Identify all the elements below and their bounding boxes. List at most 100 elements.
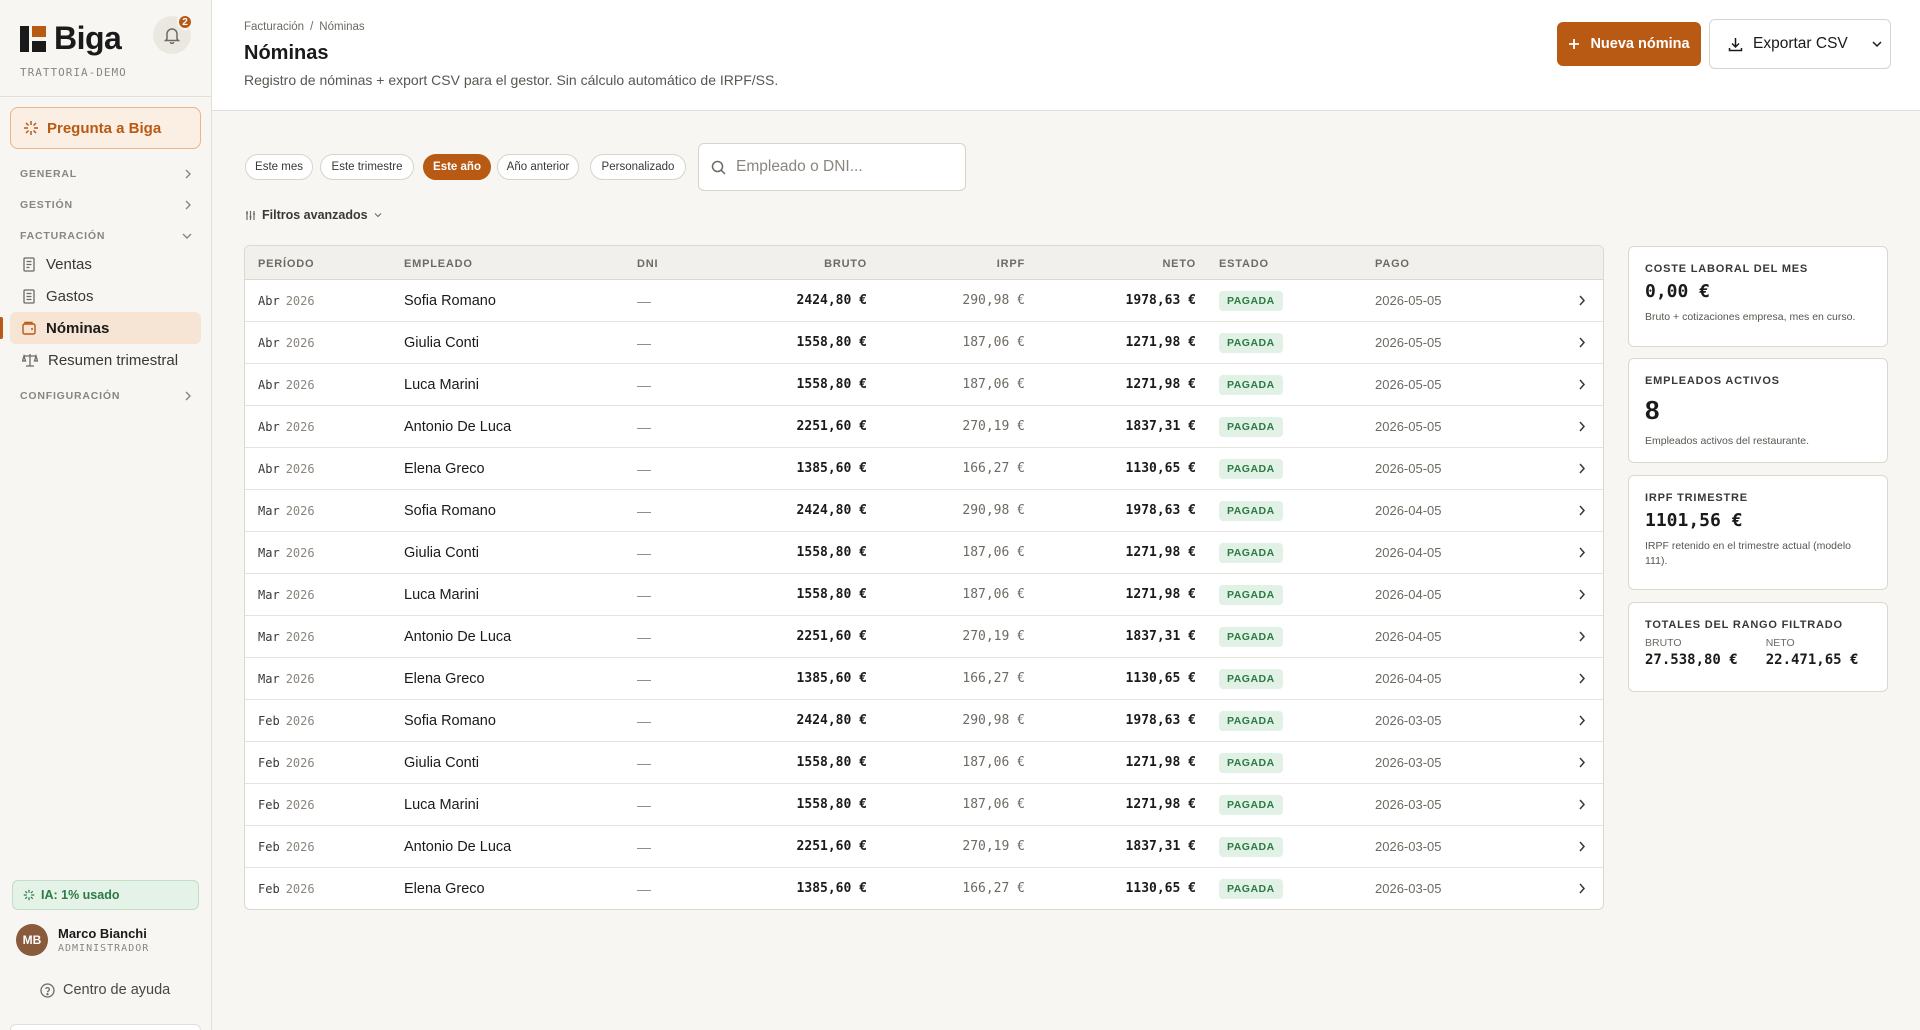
row-open-button[interactable] <box>1578 490 1586 531</box>
table-row[interactable]: Abr 2026 Antonio De Luca — 2251,60 € 270,19 €… <box>245 406 1603 448</box>
advanced-filters-label: Filtros avanzados <box>262 208 368 222</box>
table-row[interactable]: Mar 2026 Elena Greco — 1385,60 € 166,27 € 1130… <box>245 658 1603 700</box>
cell-empleado: Luca Marini <box>404 796 479 813</box>
col-neto[interactable]: NETO <box>1162 258 1196 270</box>
row-open-button[interactable] <box>1578 784 1586 825</box>
user-profile[interactable]: MB Marco Bianchi ADMINISTRADOR <box>16 924 149 956</box>
filter-chip-este-trimestre[interactable]: Este trimestre <box>320 154 414 180</box>
table-row[interactable]: Mar 2026 Antonio De Luca — 2251,60 € 270,19 €… <box>245 616 1603 658</box>
ask-biga-button[interactable]: Pregunta a Biga <box>10 107 201 149</box>
row-open-button[interactable] <box>1578 616 1586 657</box>
table-row[interactable]: Mar 2026 Giulia Conti — 1558,80 € 187,06 € 127… <box>245 532 1603 574</box>
table-row[interactable]: Feb 2026 Giulia Conti — 1558,80 € 187,06 € 127… <box>245 742 1603 784</box>
row-open-button[interactable] <box>1578 448 1586 489</box>
totales-neto-label: NETO <box>1765 637 1795 649</box>
row-open-button[interactable] <box>1578 700 1586 741</box>
col-irpf[interactable]: IRPF <box>997 258 1025 270</box>
chevron-right-icon <box>1579 883 1586 894</box>
col-dni[interactable]: DNI <box>637 258 658 270</box>
cell-periodo-mes: Abr <box>258 293 280 308</box>
chevron-right-icon <box>1579 463 1586 474</box>
section-facturacion[interactable]: FACTURACIÓN <box>20 230 192 242</box>
cell-empleado: Giulia Conti <box>404 334 479 351</box>
chevron-right-icon <box>1579 589 1586 600</box>
notifications-button[interactable]: 2 <box>153 14 193 54</box>
search-box[interactable] <box>698 143 966 191</box>
row-open-button[interactable] <box>1578 826 1586 867</box>
chevron-right-icon <box>1579 547 1586 558</box>
col-bruto[interactable]: BRUTO <box>824 258 867 270</box>
ia-usage-badge[interactable]: IA: 1% usado <box>12 880 199 910</box>
table-row[interactable]: Mar 2026 Sofia Romano — 2424,80 € 290,98 € 197… <box>245 490 1603 532</box>
brand-name: Biga <box>54 20 122 56</box>
table-row[interactable]: Abr 2026 Elena Greco — 1385,60 € 166,27 € 1130… <box>245 448 1603 490</box>
filter-chip-este-ano[interactable]: Este año <box>423 154 491 180</box>
sidebar-divider <box>0 96 211 97</box>
card-note: IRPF retenido en el trimestre actual (mo… <box>1645 540 1852 568</box>
col-empleado[interactable]: EMPLEADO <box>404 258 473 270</box>
cell-estado: PAGADA <box>1219 826 1283 867</box>
row-open-button[interactable] <box>1578 364 1586 405</box>
status-badge: PAGADA <box>1219 668 1283 689</box>
new-payroll-button[interactable]: Nueva nómina <box>1557 22 1701 66</box>
chevron-right-icon <box>1579 841 1586 852</box>
cell-dni: — <box>637 628 651 645</box>
avatar: MB <box>16 924 48 956</box>
cell-pago: 2026-04-05 <box>1375 587 1442 602</box>
row-open-button[interactable] <box>1578 532 1586 573</box>
table-row[interactable]: Abr 2026 Luca Marini — 1558,80 € 187,06 € 1271… <box>245 364 1603 406</box>
table-row[interactable]: Feb 2026 Luca Marini — 1558,80 € 187,06 € 1271… <box>245 784 1603 826</box>
table-row[interactable]: Feb 2026 Antonio De Luca — 2251,60 € 270,19 €… <box>245 826 1603 868</box>
row-open-button[interactable] <box>1578 406 1586 447</box>
table-row[interactable]: Mar 2026 Luca Marini — 1558,80 € 187,06 € 1271… <box>245 574 1603 616</box>
cell-periodo-anio: 2026 <box>285 671 315 686</box>
section-configuracion[interactable]: CONFIGURACIÓN <box>20 390 192 402</box>
filter-chip-este-mes[interactable]: Este mes <box>245 154 313 180</box>
cell-irpf: 270,19 € <box>962 629 1025 644</box>
table-row[interactable]: Abr 2026 Sofia Romano — 2424,80 € 290,98 € 197… <box>245 280 1603 322</box>
brand-logo[interactable]: Biga <box>20 20 122 57</box>
row-open-button[interactable] <box>1578 322 1586 363</box>
cell-estado: PAGADA <box>1219 700 1283 741</box>
cell-neto: 1271,98 € <box>1125 797 1196 812</box>
search-input[interactable] <box>736 158 936 176</box>
col-pago[interactable]: PAGO <box>1375 258 1410 270</box>
row-open-button[interactable] <box>1578 742 1586 783</box>
help-center-label: Centro de ayuda <box>63 982 171 998</box>
sparkle-icon <box>24 121 38 135</box>
table-row[interactable]: Abr 2026 Giulia Conti — 1558,80 € 187,06 € 127… <box>245 322 1603 364</box>
receipt-icon <box>23 256 35 272</box>
totales-bruto-value: 27.538,80 € <box>1645 652 1738 668</box>
col-estado[interactable]: ESTADO <box>1219 258 1269 270</box>
card-empleados-activos: EMPLEADOS ACTIVOS 8 Empleados activos de… <box>1628 358 1888 463</box>
row-open-button[interactable] <box>1578 868 1586 909</box>
help-center-link[interactable]: Centro de ayuda <box>40 982 170 998</box>
col-periodo[interactable]: PERÍODO <box>258 258 314 270</box>
cell-neto: 1271,98 € <box>1125 377 1196 392</box>
export-csv-button[interactable]: Exportar CSV <box>1709 19 1891 69</box>
row-open-button[interactable] <box>1578 574 1586 615</box>
sidebar-item-nominas[interactable]: Nóminas <box>10 312 201 344</box>
status-badge: PAGADA <box>1219 416 1283 437</box>
table-row[interactable]: Feb 2026 Elena Greco — 1385,60 € 166,27 € 1130… <box>245 868 1603 909</box>
active-indicator <box>0 317 3 339</box>
cell-dni: — <box>637 544 651 561</box>
breadcrumb-separator: / <box>310 21 314 33</box>
row-open-button[interactable] <box>1578 280 1586 321</box>
cell-estado: PAGADA <box>1219 406 1283 447</box>
section-gestion[interactable]: GESTIÓN <box>20 199 192 211</box>
cell-pago: 2026-04-05 <box>1375 629 1442 644</box>
row-open-button[interactable] <box>1578 658 1586 699</box>
filter-chip-personalizado[interactable]: Personalizado <box>590 154 686 180</box>
section-general[interactable]: GENERAL <box>20 168 192 180</box>
sidebar-item-ventas[interactable]: Ventas <box>10 248 201 280</box>
section-configuracion-label: CONFIGURACIÓN <box>20 390 121 402</box>
breadcrumb-facturacion[interactable]: Facturación <box>244 21 304 33</box>
sidebar-item-gastos[interactable]: Gastos <box>10 280 201 312</box>
sidebar-item-resumen-trimestral[interactable]: Resumen trimestral <box>10 344 201 376</box>
advanced-filters-toggle[interactable]: Filtros avanzados <box>245 208 382 222</box>
table-row[interactable]: Feb 2026 Sofia Romano — 2424,80 € 290,98 € 197… <box>245 700 1603 742</box>
sidebar-item-label: Ventas <box>46 255 92 273</box>
cell-bruto: 2424,80 € <box>796 293 867 308</box>
filter-chip-ano-anterior[interactable]: Año anterior <box>497 154 579 180</box>
